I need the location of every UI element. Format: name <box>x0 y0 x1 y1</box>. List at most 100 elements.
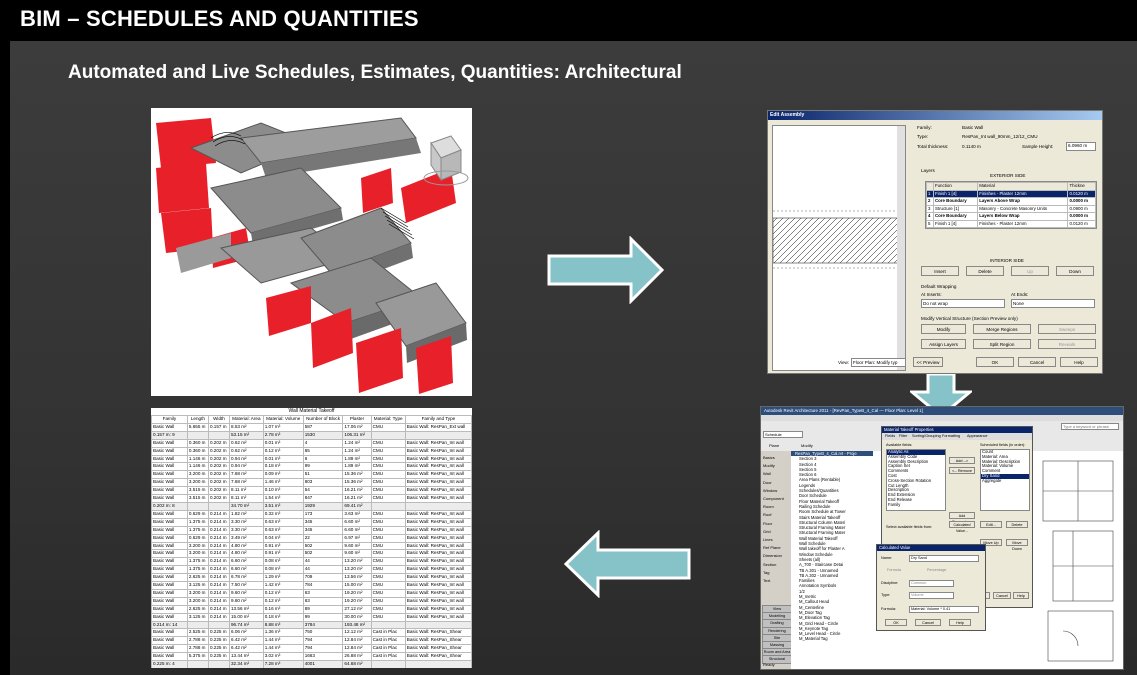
sample-height-input[interactable]: 6.0960 m <box>1066 142 1096 151</box>
assign-layers-button[interactable]: Assign Layers <box>921 339 966 349</box>
type-select[interactable]: Volume <box>909 592 954 599</box>
family-label: Family: <box>917 125 932 130</box>
help-button[interactable]: Help <box>1060 357 1098 367</box>
cancel-button[interactable]: Cancel <box>1018 357 1056 367</box>
tab-formatting[interactable]: Formatting <box>942 434 960 438</box>
modify-button[interactable]: Modify <box>921 324 966 334</box>
schedule-cell <box>207 430 231 440</box>
down-button[interactable]: Down <box>1056 266 1094 276</box>
scheduled-field-item[interactable]: Aggregate <box>981 478 1029 484</box>
add-parameter-button[interactable]: Add Parameter... <box>949 512 975 524</box>
design-bar-tool[interactable]: Room <box>763 504 774 509</box>
schedule-row: Basic Wall 3.125 m 0.214 m 7.50 m² 1.42 m³ 78… <box>151 581 472 590</box>
schedule-cell: 0.225 m <box>207 652 231 662</box>
at-ends-select[interactable]: None <box>1011 299 1095 308</box>
design-bar-tool[interactable]: Grid <box>763 529 771 534</box>
schedule-combo[interactable]: Schedule <box>763 431 803 438</box>
insert-button[interactable]: Insert <box>921 266 959 276</box>
view-select[interactable]: Floor Plan: Modify typ <box>851 358 906 367</box>
schedule-header-cell: Length <box>186 415 209 424</box>
schedule-cell: 22 <box>302 533 344 543</box>
schedule-cell: 0.16 m³ <box>262 604 304 614</box>
layer-row[interactable]: 3 Structure [1] Masonry - Concrete Masonry… <box>926 204 1096 213</box>
drawing-area[interactable]: Material Takeoff Properties Fields Filte… <box>873 426 1123 669</box>
schedule-cell: 69.41 m² <box>342 501 372 511</box>
tab-sorting-grouping[interactable]: Sorting/Grouping <box>912 434 941 438</box>
design-bar-tool[interactable]: Basics <box>763 455 775 460</box>
layer-row[interactable]: 5 Finish 1 [4] Finishes - Plaster 12mm 0.01… <box>926 219 1096 228</box>
name-input[interactable]: Dry Sand <box>909 555 979 562</box>
remove-field-button[interactable]: <-- Remove <box>949 467 975 474</box>
layer-row[interactable]: 2 Core Boundary Layers Above Wrap 0.0000 m <box>926 197 1096 206</box>
design-bar-tool[interactable]: Modify <box>763 463 775 468</box>
schedule-cell: 0.62 m² <box>229 438 264 448</box>
calc-cancel-button[interactable]: Cancel <box>915 619 941 626</box>
scheduled-fields-list[interactable]: Count Material: Area Material: Description… <box>980 449 1030 511</box>
sweeps-button[interactable]: Sweeps <box>1038 324 1096 334</box>
move-down-button[interactable]: Move Down <box>1006 539 1028 551</box>
reveals-button[interactable]: Reveals <box>1038 339 1096 349</box>
calc-ok-button[interactable]: OK <box>885 619 907 626</box>
schedule-cell: Basic Wall <box>151 644 188 654</box>
slide-title: BIM – SCHEDULES AND QUANTITIES <box>20 6 419 31</box>
design-bar-tool[interactable]: Dimension <box>763 553 782 558</box>
preview-button[interactable]: << Preview <box>913 357 943 367</box>
add-field-button[interactable]: Add --> <box>949 457 975 464</box>
formula-input[interactable]: Material: Volume * 0.41 <box>909 606 979 613</box>
props-cancel-button[interactable]: Cancel <box>993 592 1011 599</box>
tab-fields[interactable]: Fields <box>885 434 895 438</box>
design-bar-tool[interactable]: Door <box>763 480 772 485</box>
calculated-value-title: Calculated Value <box>877 545 985 551</box>
layers-header-row: Function Material Thickne <box>926 182 1096 191</box>
schedule-cell: 0.62 m² <box>229 446 264 456</box>
delete-field-button[interactable]: Delete <box>1006 521 1028 528</box>
tab-appearance[interactable]: Appearance <box>967 434 987 438</box>
design-bar-tool[interactable]: Component <box>763 496 784 501</box>
schedule-cell: 502 <box>302 549 344 559</box>
design-bar-tool[interactable]: Floor <box>763 521 772 526</box>
ok-button[interactable]: OK <box>976 357 1014 367</box>
design-bar-tool[interactable]: Lines <box>763 537 773 542</box>
props-help-button[interactable]: Help <box>1013 592 1029 599</box>
at-inserts-select[interactable]: Do not wrap <box>921 299 1005 308</box>
design-bar-tool[interactable]: Tag <box>763 570 769 575</box>
design-bar-tool[interactable]: Roof <box>763 512 771 517</box>
layer-row[interactable]: 4 Core Boundary Layers Below Wrap 0.0000 m <box>926 212 1096 221</box>
up-button[interactable]: Up <box>1011 266 1049 276</box>
formula-radio[interactable]: Formula <box>887 568 901 572</box>
delete-button[interactable]: Delete <box>966 266 1004 276</box>
schedule-row: Basic Wall 2.525 m 0.225 m 6.06 m² 1.36 m³ 75… <box>151 628 472 638</box>
schedule-cell: 6.42 m² <box>229 636 264 646</box>
merge-regions-button[interactable]: Merge Regions <box>973 324 1031 334</box>
toolbar-plane[interactable]: Plane <box>769 443 779 448</box>
split-region-button[interactable]: Split Region <box>973 339 1031 349</box>
toolbar-modify[interactable]: Modify <box>801 443 813 448</box>
layers-table[interactable]: Function Material Thickne 1 Finish 1 [4] Fini… <box>925 181 1097 229</box>
edit-button[interactable]: Edit... <box>980 521 1002 528</box>
calculated-value-button[interactable]: Calculated Value... <box>949 521 975 533</box>
schedule-cell: 3.125 m <box>186 612 209 622</box>
tab-filter[interactable]: Filter <box>899 434 907 438</box>
design-bar-tool[interactable]: Section <box>763 562 776 567</box>
design-bar-tool[interactable]: Text <box>763 578 770 583</box>
discipline-select[interactable]: Common <box>909 580 954 587</box>
project-browser-item[interactable]: M_Material Tag <box>795 636 873 641</box>
design-bar-tool[interactable]: Window <box>763 488 777 493</box>
layer-row[interactable]: 1 Finish 1 [4] Finishes - Plaster 12mm 0.01… <box>926 189 1096 198</box>
design-bar-tool[interactable]: Wall <box>763 471 771 476</box>
keyword-search-input[interactable]: Type a keyword or phrase <box>1061 423 1119 430</box>
design-bar-tool[interactable]: Ref Plane <box>763 545 781 550</box>
schedule-cell: Basic Wall: ResPan_Int wall <box>404 486 472 496</box>
schedule-row: Basic Wall 1.146 m 0.202 m 0.94 m² 0.01 m³ 6 1… <box>151 454 472 464</box>
schedule-cell: 16.21 m² <box>342 494 372 503</box>
available-field-item[interactable]: Family <box>887 502 945 508</box>
schedule-cell: 63 <box>302 588 344 598</box>
layer-cell: Finishes - Plaster 12mm <box>977 219 1069 228</box>
schedule-cell: Basic Wall <box>151 557 188 567</box>
schedule-cell <box>404 660 472 668</box>
available-fields-list[interactable]: Analytic As Assembly Code Assembly Descrip… <box>886 449 946 511</box>
schedule-cell: 4001 <box>302 660 344 668</box>
schedule-cell: CMU <box>370 596 406 606</box>
calc-help-button[interactable]: Help <box>949 619 971 626</box>
percentage-radio[interactable]: Percentage <box>927 568 946 572</box>
